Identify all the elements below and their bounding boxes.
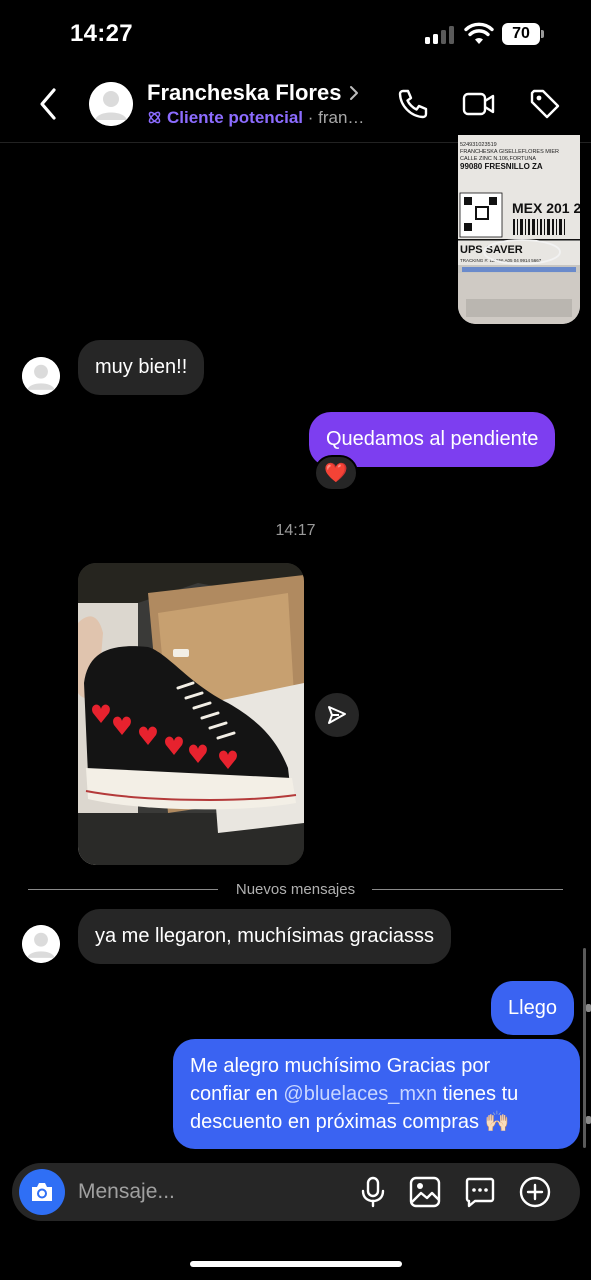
sender-avatar[interactable] bbox=[22, 357, 60, 395]
label-line-4: MEX 201 2 bbox=[512, 200, 580, 216]
contact-subtitle[interactable]: Cliente potencial · fran… bbox=[147, 108, 377, 128]
outgoing-message-long[interactable]: Me alegro muchísimo Gracias por confiar … bbox=[173, 1039, 580, 1149]
time-separator: 14:17 bbox=[275, 522, 316, 539]
default-avatar-icon bbox=[22, 357, 60, 395]
default-avatar-icon bbox=[89, 82, 133, 126]
lead-label-icon bbox=[148, 111, 161, 124]
username-preview: · fran… bbox=[303, 108, 365, 127]
message-text: confiar en bbox=[190, 1083, 284, 1105]
incoming-message[interactable]: muy bien!! bbox=[78, 340, 205, 395]
default-avatar-icon bbox=[22, 925, 60, 963]
message-line: descuento en próximas compras 🙌🏻 bbox=[190, 1111, 510, 1133]
home-indicator[interactable] bbox=[190, 1261, 402, 1267]
message-line: Me alegro muchísimo Gracias por bbox=[190, 1055, 491, 1077]
scroll-marker bbox=[586, 1004, 591, 1012]
shipping-label-image: 524931023519 FRANCHESKA GISELLEFLORES MI… bbox=[458, 135, 580, 324]
microphone-icon[interactable] bbox=[356, 1175, 390, 1209]
camera-button[interactable] bbox=[19, 1169, 65, 1215]
contact-name[interactable]: Francheska Flores bbox=[147, 80, 341, 106]
gallery-icon[interactable] bbox=[408, 1175, 442, 1209]
share-button[interactable] bbox=[315, 693, 359, 737]
wifi-icon bbox=[464, 22, 494, 44]
tag-icon[interactable] bbox=[528, 87, 562, 121]
incoming-message[interactable]: ya me llegaron, muchísimas graciasss bbox=[78, 909, 452, 964]
sneaker-image bbox=[78, 563, 304, 865]
new-messages-divider: Nuevos mensajes bbox=[0, 880, 591, 900]
contact-avatar[interactable] bbox=[89, 82, 133, 126]
lead-label: Cliente potencial bbox=[167, 108, 304, 127]
sender-avatar[interactable] bbox=[22, 925, 60, 963]
message-input[interactable] bbox=[78, 1163, 348, 1221]
scroll-marker bbox=[586, 1116, 591, 1124]
heart-reaction[interactable]: ❤️ bbox=[314, 455, 358, 491]
message-line: confiar en @bluelaces_mxn tienes tu bbox=[190, 1080, 563, 1108]
sticker-chat-icon[interactable] bbox=[463, 1175, 497, 1209]
phone-call-icon[interactable] bbox=[396, 87, 430, 121]
shipping-label-photo[interactable]: 524931023519 FRANCHESKA GISELLEFLORES MI… bbox=[458, 135, 580, 324]
cellular-signal-icon bbox=[425, 26, 457, 44]
back-button[interactable] bbox=[32, 86, 66, 122]
status-time: 14:27 bbox=[70, 20, 133, 47]
chevron-right-icon[interactable] bbox=[348, 84, 360, 102]
svg-text:524931023519: 524931023519 bbox=[460, 142, 497, 148]
send-icon bbox=[328, 706, 346, 724]
message-text: tienes tu bbox=[437, 1083, 519, 1105]
add-icon[interactable] bbox=[518, 1175, 552, 1209]
label-line-1: FRANCHESKA GISELLEFLORES MIER bbox=[460, 149, 559, 155]
battery-icon: 70 bbox=[502, 23, 544, 45]
camera-icon bbox=[32, 1183, 52, 1201]
mention-link[interactable]: @bluelaces_mxn bbox=[283, 1083, 437, 1105]
battery-level: 70 bbox=[502, 23, 540, 45]
outgoing-message[interactable]: Llego bbox=[491, 981, 574, 1035]
video-call-icon[interactable] bbox=[461, 87, 495, 121]
sneaker-photo[interactable] bbox=[78, 563, 304, 865]
message-composer bbox=[12, 1163, 580, 1221]
label-line-3: 99080 FRESNILLO ZA bbox=[460, 162, 543, 171]
